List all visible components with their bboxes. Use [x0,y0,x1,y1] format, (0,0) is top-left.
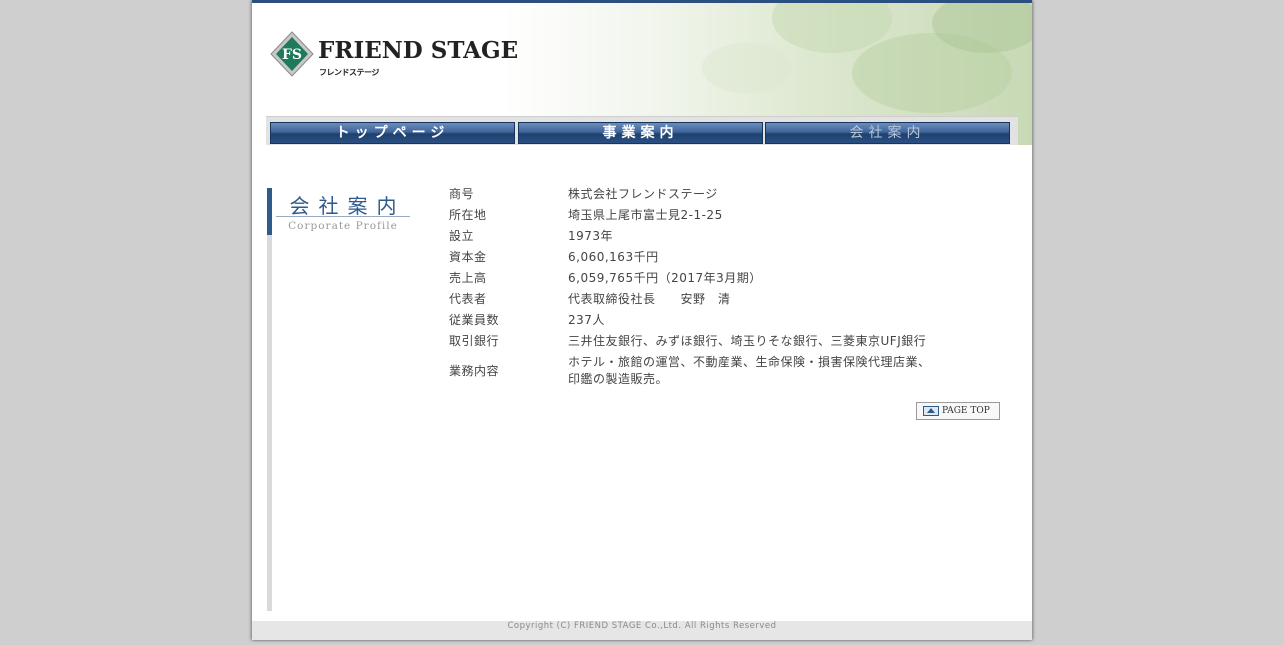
row-label: 設立 [449,229,475,243]
header-leaf-decoration [702,43,792,93]
row-label: 代表者 [449,292,487,306]
table-row: 業務内容 ホテル・旅館の運営、不動産業、生命保険・損害保険代理店業、 印鑑の製造… [449,352,931,390]
nav-business[interactable]: 事業案内 [518,122,763,144]
row-label: 資本金 [449,250,487,264]
table-row: 代表者 代表取締役社長 安野 清 [449,289,931,310]
row-value: 237人 [568,313,605,327]
nav-company[interactable]: 会社案内 [765,122,1010,144]
nav-top-page[interactable]: トップページ [270,122,515,144]
copyright-text: Copyright (C) FRIEND STAGE Co.,Ltd. All … [507,621,777,631]
fs-diamond-logo-icon: FS [270,31,314,77]
row-label: 商号 [449,187,475,201]
table-row: 商号 株式会社フレンドステージ [449,184,931,205]
table-row: 設立 1973年 [449,226,931,247]
arrow-up-icon [923,406,939,416]
main-nav: トップページ 事業案内 会社案内 [266,116,1018,145]
section-title: 会社案内 [289,194,406,218]
sidebar-accent [267,188,272,235]
sidebar-bar [267,188,272,611]
table-row: 資本金 6,060,163千円 [449,247,931,268]
row-value: 1973年 [568,229,614,243]
table-row: 従業員数 237人 [449,310,931,331]
logo[interactable]: FS FRIEND STAGE フレンドステージ [270,31,518,81]
row-label: 取引銀行 [449,334,500,348]
company-profile-table: 商号 株式会社フレンドステージ 所在地 埼玉県上尾市富士見2-1-25 設立 1… [449,184,931,390]
header: FS FRIEND STAGE フレンドステージ トップページ 事業案内 会社案… [252,3,1032,145]
row-value-line: ホテル・旅館の運営、不動産業、生命保険・損害保険代理店業、 [568,355,931,369]
row-label: 従業員数 [449,313,500,327]
row-label: 売上高 [449,271,487,285]
svg-text:FS: FS [282,47,302,63]
row-value: ホテル・旅館の運営、不動産業、生命保険・損害保険代理店業、 印鑑の製造販売。 [568,352,931,390]
logo-katakana: フレンドステージ [319,68,379,77]
logo-wordmark: FRIEND STAGE [318,37,519,64]
page-top-label: PAGE TOP [942,406,990,416]
page-container: FS FRIEND STAGE フレンドステージ トップページ 事業案内 会社案… [252,0,1032,640]
row-value: 埼玉県上尾市富士見2-1-25 [568,208,723,222]
row-value: 6,060,163千円 [568,250,659,264]
row-label: 業務内容 [449,363,500,378]
table-row: 取引銀行 三井住友銀行、みずほ銀行、埼玉りそな銀行、三菱東京UFJ銀行 [449,331,931,352]
row-value-line: 印鑑の製造販売。 [568,372,669,386]
row-label: 所在地 [449,208,487,222]
table-row: 売上高 6,059,765千円（2017年3月期） [449,268,931,289]
footer: Copyright (C) FRIEND STAGE Co.,Ltd. All … [252,621,1032,640]
row-value: 6,059,765千円（2017年3月期） [568,271,762,285]
row-value: 代表取締役社長 安野 清 [568,292,731,306]
section-subtitle: Corporate Profile [288,220,398,232]
row-value: 三井住友銀行、みずほ銀行、埼玉りそな銀行、三菱東京UFJ銀行 [568,334,927,348]
row-value: 株式会社フレンドステージ [568,187,718,201]
section-divider [276,216,410,217]
table-row: 所在地 埼玉県上尾市富士見2-1-25 [449,205,931,226]
page-top-button[interactable]: PAGE TOP [916,402,1000,420]
